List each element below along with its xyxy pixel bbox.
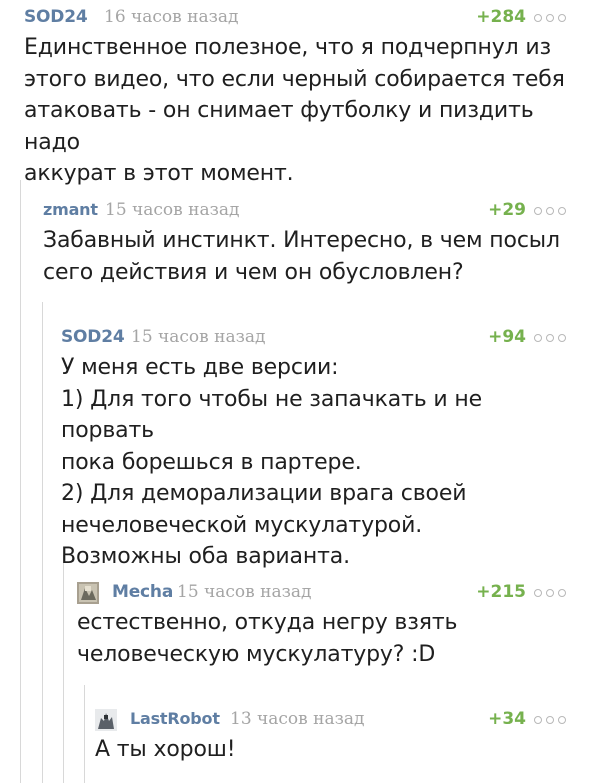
more-options-icon[interactable] (534, 715, 570, 725)
comment-text-line: нечеловеческой мускулатурой. (61, 512, 423, 538)
comment-header: SOD24 16 часов назад +284 (24, 4, 570, 30)
comment-text-line: Возможны оба варианта. (61, 544, 350, 569)
comment-header: zmant 15 часов назад +29 (43, 197, 570, 223)
comment-author[interactable]: Mecha (112, 579, 173, 605)
comment-text: А ты хорош! (95, 734, 570, 766)
comment-rating: +34 (488, 709, 526, 729)
mecha-avatar-icon (77, 582, 99, 604)
comment-text-line: У меня есть две версии: (61, 355, 339, 380)
lastrobot-avatar-icon (95, 709, 117, 731)
comment-time[interactable]: 15 часов назад (177, 579, 311, 605)
comment-text-line: 2) Для деморализации врага своей (61, 481, 467, 506)
more-options-icon[interactable] (534, 588, 570, 598)
comment-text-line: пока борешься в партере. (61, 449, 362, 475)
comment-header: LastRobot 13 часов назад +34 (95, 706, 570, 732)
comment-text-line: А ты хорош! (95, 737, 236, 762)
comment-text-line: Забавный инстинкт. Интересно, в чем посы… (43, 228, 560, 253)
more-options-icon[interactable] (534, 206, 570, 216)
comment-text: У меня есть две версии: 1) Для того чтоб… (61, 352, 570, 573)
comment-rating: +94 (488, 327, 526, 347)
comment-time[interactable]: 15 часов назад (131, 324, 265, 350)
comment: LastRobot 13 часов назад +34 А ты хорош! (95, 706, 570, 766)
comment-text-line: этого видео, что если черный собирается … (24, 66, 565, 92)
comment-text: Единственное полезное, что я подчерпнул … (24, 32, 570, 190)
comment-author[interactable]: SOD24 (24, 4, 88, 30)
more-options-icon[interactable] (534, 333, 570, 343)
comment-text: Забавный инстинкт. Интересно, в чем посы… (43, 225, 570, 288)
comment-rating: +284 (476, 7, 526, 27)
comment-time[interactable]: 15 часов назад (105, 197, 239, 223)
comment: Mecha 15 часов назад +215 естественно, о… (77, 579, 570, 670)
comment-text-line: Единственное полезное, что я подчерпнул … (24, 35, 552, 60)
comment-text: естественно, откуда негру взять человече… (77, 607, 570, 670)
comment-text-line: атаковать - он снимает футболку и пиздит… (24, 98, 534, 155)
comment: SOD24 16 часов назад +284 Единственное п… (24, 4, 570, 190)
thread-line (42, 302, 43, 783)
avatar[interactable] (95, 709, 117, 731)
comment-text-line: аккурат в этот момент. (24, 161, 294, 186)
comment-author[interactable]: LastRobot (130, 706, 220, 732)
comment-text-line: человеческую мускулатуру? :D (77, 641, 436, 667)
more-options-icon[interactable] (534, 13, 570, 23)
comment-time[interactable]: 16 часов назад (104, 4, 238, 30)
comment: SOD24 15 часов назад +94 У меня есть две… (61, 324, 570, 573)
thread-line (20, 180, 21, 783)
avatar[interactable] (77, 582, 99, 604)
comment-header: SOD24 15 часов назад +94 (61, 324, 570, 350)
comment-author[interactable]: zmant (43, 197, 98, 223)
thread-line (63, 555, 64, 783)
comment-rating: +215 (476, 582, 526, 602)
comment-author[interactable]: SOD24 (61, 324, 125, 350)
comment-text-line: 1) Для того чтобы не запачкать и не порв… (61, 386, 483, 444)
comment: zmant 15 часов назад +29 Забавный инстин… (43, 197, 570, 288)
comment-text-line: сего действия и чем он обусловлен? (43, 259, 464, 285)
comment-time[interactable]: 13 часов назад (230, 706, 364, 732)
comment-header: Mecha 15 часов назад +215 (77, 579, 570, 605)
comment-rating: +29 (488, 200, 526, 220)
thread-line (84, 685, 85, 783)
comment-text-line: естественно, откуда негру взять (77, 610, 458, 635)
